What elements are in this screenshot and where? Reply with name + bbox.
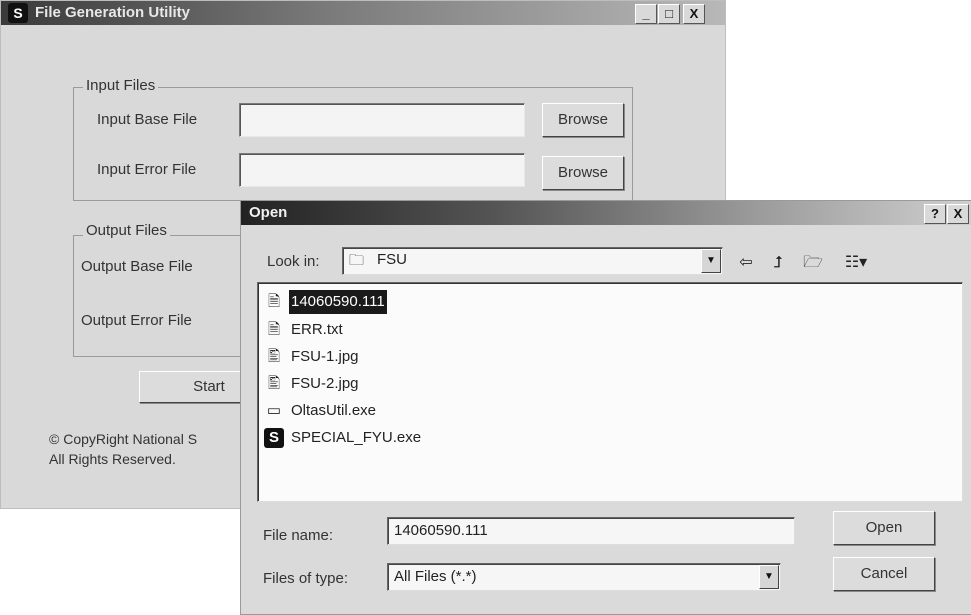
copyright-line-1: © CopyRight National S	[49, 431, 198, 447]
main-titlebar[interactable]: S File Generation Utility _ □ X	[1, 1, 725, 25]
output-base-file-label: Output Base File	[81, 258, 193, 275]
look-in-value: FSU	[377, 251, 407, 268]
dialog-close-button[interactable]: X	[947, 204, 969, 224]
new-folder-icon[interactable]: 🗁	[802, 253, 824, 273]
input-base-file-label: Input Base File	[97, 111, 198, 128]
copyright-line-2: All Rights Reserved.	[49, 451, 176, 467]
chevron-down-icon[interactable]: ▼	[701, 249, 721, 273]
file-name-selected: 14060590.111	[289, 290, 387, 314]
file-name-label: File name:	[263, 527, 334, 544]
input-error-file-field[interactable]	[239, 153, 525, 187]
cancel-button[interactable]: Cancel	[833, 557, 935, 591]
file-list[interactable]: 🗎 14060590.111 🗎 ERR.txt 🖺 FSU-1.jpg 🖺 F…	[257, 282, 963, 502]
main-window-title: File Generation Utility	[35, 4, 191, 21]
open-button[interactable]: Open	[833, 511, 935, 545]
app-icon: S	[8, 3, 28, 23]
exe-file-icon: ▭	[266, 402, 282, 419]
output-files-label: Output Files	[83, 222, 170, 239]
output-error-file-label: Output Error File	[81, 312, 192, 329]
file-name: FSU-1.jpg	[291, 348, 359, 365]
help-button[interactable]: ?	[924, 204, 946, 224]
image-file-icon: 🖺	[267, 375, 281, 392]
app-exe-icon: S	[264, 428, 284, 448]
view-menu-icon[interactable]: ☷▾	[839, 253, 873, 273]
file-name: OltasUtil.exe	[291, 402, 377, 419]
look-in-combo[interactable]: 🗀 FSU ▼	[342, 247, 723, 275]
browse-input-error-button[interactable]: Browse	[542, 156, 624, 190]
folder-icon: 🗀	[349, 252, 365, 269]
browse-input-base-button[interactable]: Browse	[542, 103, 624, 137]
file-name: SPECIAL_FYU.exe	[291, 429, 422, 446]
open-dialog-titlebar[interactable]: Open ? X	[241, 201, 971, 225]
text-file-icon: 🗎	[267, 293, 281, 310]
minimize-button[interactable]: _	[635, 4, 657, 24]
files-of-type-label: Files of type:	[263, 570, 349, 587]
files-of-type-value: All Files (*.*)	[394, 568, 477, 585]
text-file-icon: 🗎	[267, 321, 281, 338]
input-base-file-field[interactable]	[239, 103, 525, 137]
look-in-label: Look in:	[267, 253, 320, 270]
up-folder-icon[interactable]: ⮥	[767, 253, 789, 273]
file-name-input[interactable]: 14060590.111	[387, 517, 795, 545]
chevron-down-icon[interactable]: ▼	[759, 565, 779, 589]
open-dialog-title: Open	[249, 204, 288, 221]
file-name: FSU-2.jpg	[291, 375, 359, 392]
file-name: ERR.txt	[291, 321, 343, 338]
input-error-file-label: Input Error File	[97, 161, 197, 178]
maximize-button[interactable]: □	[658, 4, 680, 24]
file-name-value: 14060590.111	[394, 522, 488, 539]
input-files-label: Input Files	[83, 77, 159, 94]
image-file-icon: 🖺	[267, 348, 281, 365]
files-of-type-select[interactable]: All Files (*.*) ▼	[387, 563, 781, 591]
close-button[interactable]: X	[683, 4, 705, 24]
back-arrow-icon[interactable]: ⇦	[735, 253, 757, 273]
open-dialog: Open ? X Look in: 🗀 FSU ▼ ⇦ ⮥ 🗁 ☷▾ 🗎 140…	[240, 200, 971, 615]
